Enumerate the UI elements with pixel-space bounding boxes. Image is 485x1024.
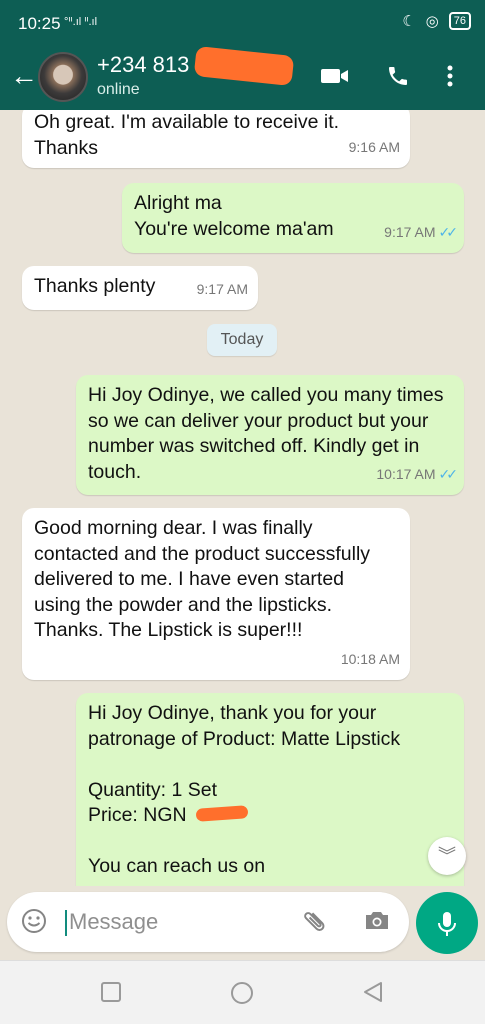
emoji-icon[interactable] xyxy=(21,908,47,941)
attach-icon[interactable] xyxy=(299,905,335,941)
message-time: 10:17 AM xyxy=(376,465,436,482)
message-time: 9:16 AM xyxy=(348,138,400,155)
message-text: Oh great. I'm available to receive it. T… xyxy=(34,111,340,159)
message-incoming[interactable]: Oh great. I'm available to receive it. T… xyxy=(22,110,410,168)
chat-header: ← +234 813 online xyxy=(0,45,485,110)
message-meta: 10:17 AM ✓✓ xyxy=(376,462,459,488)
composer xyxy=(0,886,485,960)
message-input-container xyxy=(7,892,409,952)
status-icons: ☾ ◎ 76 xyxy=(402,12,471,30)
message-input[interactable] xyxy=(69,905,289,939)
back-arrow-icon[interactable]: ← xyxy=(10,62,38,90)
scroll-down-icon[interactable]: ︾ xyxy=(428,837,466,875)
camera-icon[interactable] xyxy=(363,908,391,938)
read-ticks-icon: ✓✓ xyxy=(438,223,459,240)
contact-name[interactable]: +234 813 xyxy=(97,52,189,78)
avatar[interactable] xyxy=(38,52,88,102)
status-bar: 10:25 °ᐦ.ıl ᐦ.ıl ☾ ◎ 76 xyxy=(0,0,485,48)
system-navigation-bar xyxy=(0,960,485,1024)
sync-icon: ◎ xyxy=(425,13,439,30)
message-outgoing[interactable]: Hi Joy Odinye, we called you many times … xyxy=(76,375,464,495)
message-incoming[interactable]: Good morning dear. I was finally contact… xyxy=(22,508,410,680)
contact-status: online xyxy=(97,81,140,98)
message-outgoing[interactable]: Alright ma You're welcome ma'am 9:17 AM ✓… xyxy=(122,183,464,253)
back-icon[interactable] xyxy=(362,981,384,1009)
recent-apps-icon[interactable] xyxy=(100,981,122,1009)
message-time: 9:17 AM xyxy=(384,223,436,240)
message-text: Alright ma You're welcome ma'am xyxy=(134,192,334,240)
message-text: Good morning dear. I was finally contact… xyxy=(34,517,371,641)
day-divider: Today xyxy=(207,324,277,356)
microphone-button[interactable] xyxy=(416,892,478,954)
battery-icon: 76 xyxy=(448,12,471,30)
signal-icon: °ᐦ.ıl ᐦ.ıl xyxy=(64,16,98,28)
message-outgoing[interactable]: Hi Joy Odinye, thank you for your patron… xyxy=(76,693,464,886)
message-text: Hi Joy Odinye, thank you for your patron… xyxy=(88,702,401,877)
text-cursor xyxy=(65,910,67,936)
read-ticks-icon: ✓✓ xyxy=(438,465,459,482)
message-time: 9:17 AM xyxy=(196,280,248,297)
chat-area[interactable]: Oh great. I'm available to receive it. T… xyxy=(0,110,485,886)
message-incoming[interactable]: Thanks plenty 9:17 AM xyxy=(22,266,258,310)
more-options-icon[interactable] xyxy=(446,64,454,95)
status-time: 10:25 xyxy=(18,14,61,33)
redaction-mark xyxy=(193,45,295,87)
video-call-icon[interactable] xyxy=(320,64,350,95)
message-meta: 9:17 AM ✓✓ xyxy=(384,220,459,246)
voice-call-icon[interactable] xyxy=(386,64,410,95)
do-not-disturb-icon: ☾ xyxy=(402,13,416,30)
home-icon[interactable] xyxy=(230,981,254,1011)
message-time: 10:18 AM xyxy=(340,650,400,667)
